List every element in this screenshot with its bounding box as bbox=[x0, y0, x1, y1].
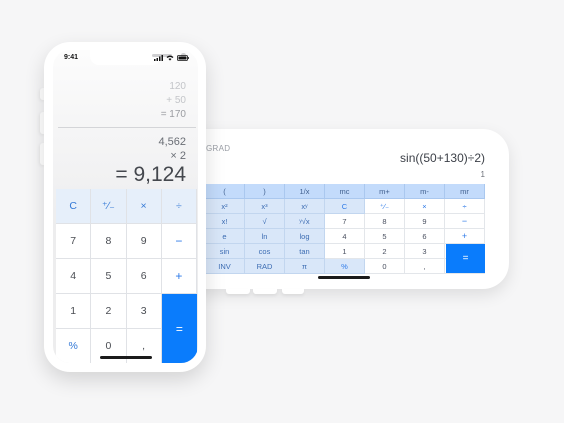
landscape-key[interactable]: e bbox=[205, 229, 245, 244]
current-operator: × 2 bbox=[170, 150, 186, 162]
landscape-key[interactable]: 3 bbox=[405, 244, 445, 259]
landscape-key[interactable]: 4 bbox=[325, 229, 365, 244]
keypad-key[interactable]: ⁺∕₋ bbox=[91, 189, 127, 224]
landscape-key[interactable]: C bbox=[325, 199, 365, 214]
wifi-icon bbox=[166, 55, 174, 61]
landscape-key[interactable]: ÷ bbox=[445, 199, 485, 214]
history-line: = 170 bbox=[160, 109, 186, 120]
keypad-key[interactable]: ÷ bbox=[161, 189, 197, 224]
landscape-key[interactable]: 2 bbox=[365, 244, 405, 259]
landscape-key[interactable]: ( bbox=[205, 184, 245, 199]
landscape-key[interactable]: + bbox=[445, 229, 485, 244]
landscape-key[interactable]: 9 bbox=[405, 214, 445, 229]
landscape-key[interactable]: ln bbox=[245, 229, 285, 244]
home-indicator bbox=[318, 276, 370, 279]
keypad-key[interactable]: 2 bbox=[91, 294, 127, 329]
history-line: 120 bbox=[169, 81, 186, 92]
keypad-key[interactable]: % bbox=[56, 329, 92, 363]
result-display: 1 bbox=[480, 170, 485, 179]
landscape-key[interactable]: sin bbox=[205, 244, 245, 259]
keypad-key[interactable]: 9 bbox=[126, 224, 162, 259]
landscape-key[interactable]: tan bbox=[285, 244, 325, 259]
landscape-key[interactable]: m- bbox=[405, 184, 445, 199]
keypad-key[interactable]: 8 bbox=[91, 224, 127, 259]
landscape-key[interactable]: 7 bbox=[325, 214, 365, 229]
status-time: 9:41 bbox=[64, 54, 79, 61]
equals-button[interactable]: = bbox=[161, 294, 197, 363]
landscape-key[interactable]: RAD bbox=[245, 259, 285, 274]
keypad-key[interactable]: C bbox=[56, 189, 92, 224]
keypad: C ⁺∕₋ × ÷ 7 8 9−4 5 6 +1 2 3% 0, = bbox=[56, 189, 197, 363]
landscape-key[interactable]: ʸ√x bbox=[285, 214, 325, 229]
landscape-key[interactable]: ⁺∕₋ bbox=[365, 199, 405, 214]
landscape-key[interactable]: x² bbox=[205, 199, 245, 214]
landscape-key[interactable]: mc bbox=[325, 184, 365, 199]
keypad-key[interactable]: 7 bbox=[56, 224, 92, 259]
landscape-key[interactable]: 0 bbox=[365, 259, 405, 274]
keypad-key[interactable]: 3 bbox=[126, 294, 162, 329]
landscape-key[interactable]: m+ bbox=[365, 184, 405, 199]
portrait-phone: 9:41 120 + 50 = 170 4,562 × 2 = 9,124 C ⁺… bbox=[44, 42, 206, 372]
notch bbox=[90, 50, 186, 65]
main-display: = 9,124 bbox=[115, 163, 186, 186]
status-icons bbox=[154, 55, 189, 61]
landscape-key[interactable]: 6 bbox=[405, 229, 445, 244]
side-button bbox=[253, 289, 277, 294]
home-indicator bbox=[100, 356, 152, 359]
side-button bbox=[282, 289, 304, 294]
landscape-key[interactable]: % bbox=[325, 259, 365, 274]
landscape-key[interactable]: INV bbox=[205, 259, 245, 274]
keypad-key[interactable]: 5 bbox=[91, 259, 127, 294]
landscape-key[interactable]: x³ bbox=[245, 199, 285, 214]
landscape-key[interactable]: xʸ bbox=[285, 199, 325, 214]
landscape-key[interactable]: 1/x bbox=[285, 184, 325, 199]
landscape-key[interactable]: − bbox=[445, 214, 485, 229]
signal-icon bbox=[154, 55, 163, 61]
landscape-key[interactable]: π bbox=[285, 259, 325, 274]
divider bbox=[58, 127, 196, 128]
landscape-key[interactable]: 1 bbox=[325, 244, 365, 259]
portrait-screen: 9:41 120 + 50 = 170 4,562 × 2 = 9,124 C ⁺… bbox=[53, 50, 198, 363]
landscape-key[interactable]: log bbox=[285, 229, 325, 244]
angle-mode-label: GRAD bbox=[206, 144, 231, 153]
keypad-key[interactable]: + bbox=[161, 259, 197, 294]
keypad-key[interactable]: 4 bbox=[56, 259, 92, 294]
current-operand: 4,562 bbox=[158, 136, 186, 148]
keypad-key[interactable]: 1 bbox=[56, 294, 92, 329]
landscape-key[interactable]: mr bbox=[445, 184, 485, 199]
scientific-keypad: () 1/x mc m+ m-mr x² x³ xʸ C ⁺∕₋ × ÷ x! √ ʸ√x 7 8 9− e ln lo… bbox=[205, 184, 485, 274]
history-line: + 50 bbox=[166, 95, 186, 106]
expression-display: sin((50+130)÷2) bbox=[400, 151, 485, 165]
side-button bbox=[226, 289, 250, 294]
landscape-key[interactable]: , bbox=[405, 259, 445, 274]
equals-button-landscape[interactable]: = bbox=[446, 244, 485, 273]
keypad-key[interactable]: × bbox=[126, 189, 162, 224]
landscape-key[interactable]: × bbox=[405, 199, 445, 214]
keypad-key[interactable]: 6 bbox=[126, 259, 162, 294]
landscape-key[interactable]: √ bbox=[245, 214, 285, 229]
landscape-key[interactable]: 5 bbox=[365, 229, 405, 244]
landscape-key[interactable]: ) bbox=[245, 184, 285, 199]
keypad-key[interactable]: − bbox=[161, 224, 197, 259]
landscape-key[interactable]: x! bbox=[205, 214, 245, 229]
battery-icon bbox=[177, 55, 189, 61]
landscape-key[interactable]: cos bbox=[245, 244, 285, 259]
landscape-key[interactable]: 8 bbox=[365, 214, 405, 229]
